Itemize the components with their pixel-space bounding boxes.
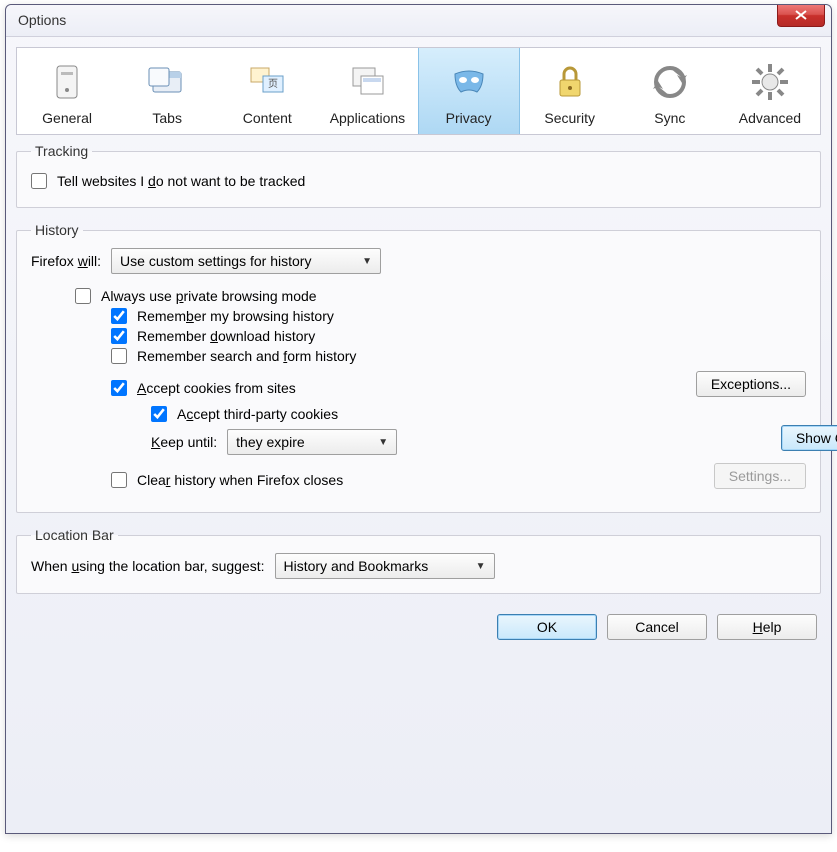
remember-download-checkbox[interactable]	[111, 328, 127, 344]
remember-browsing-label: Remember my browsing history	[137, 308, 334, 324]
history-legend: History	[31, 222, 83, 238]
keep-until-combo[interactable]: they expire ▼	[227, 429, 397, 455]
titlebar[interactable]: Options	[6, 5, 831, 37]
tell-websites-checkbox[interactable]	[31, 173, 47, 189]
remember-download-row[interactable]: Remember download history	[111, 328, 806, 344]
location-bar-value: History and Bookmarks	[284, 558, 429, 574]
firefox-will-combo[interactable]: Use custom settings for history ▼	[111, 248, 381, 274]
always-private-checkbox[interactable]	[75, 288, 91, 304]
remember-browsing-row[interactable]: Remember my browsing history	[111, 308, 806, 324]
options-dialog: Options General	[5, 4, 832, 834]
accept-cookies-label: Accept cookies from sites	[137, 380, 296, 396]
settings-button: Settings...	[714, 463, 806, 489]
firefox-will-label: Firefox will:	[31, 253, 101, 269]
location-bar-label: When using the location bar, suggest:	[31, 558, 265, 574]
tab-label: General	[21, 110, 113, 126]
location-bar-combo[interactable]: History and Bookmarks ▼	[275, 553, 495, 579]
tab-general[interactable]: General	[17, 48, 117, 134]
tab-label: Security	[524, 110, 616, 126]
tracking-legend: Tracking	[31, 143, 92, 159]
tab-privacy[interactable]: Privacy	[418, 48, 520, 134]
tab-content[interactable]: 页 Content	[217, 48, 317, 134]
clear-on-close-checkbox[interactable]	[111, 472, 127, 488]
window-title: Options	[18, 12, 66, 28]
tab-applications[interactable]: Applications	[317, 48, 417, 134]
keep-until-label: Keep until:	[151, 434, 217, 450]
chevron-down-icon: ▼	[476, 561, 486, 572]
tab-label: Applications	[321, 110, 413, 126]
remember-download-label: Remember download history	[137, 328, 315, 344]
security-lock-icon	[546, 58, 594, 106]
tab-sync[interactable]: Sync	[620, 48, 720, 134]
tab-label: Sync	[624, 110, 716, 126]
tab-label: Privacy	[423, 110, 515, 126]
accept-third-party-checkbox[interactable]	[151, 406, 167, 422]
content-icon: 页	[243, 58, 291, 106]
always-private-label: Always use private browsing mode	[101, 288, 317, 304]
close-button[interactable]	[777, 5, 825, 27]
firefox-will-value: Use custom settings for history	[120, 253, 311, 269]
tell-websites-checkbox-row[interactable]: Tell websites I do not want to be tracke…	[31, 173, 806, 189]
accept-third-party-label: Accept third-party cookies	[177, 406, 338, 422]
tracking-group: Tracking Tell websites I do not want to …	[16, 143, 821, 208]
clear-on-close-label: Clear history when Firefox closes	[137, 472, 343, 488]
remember-search-form-label: Remember search and form history	[137, 348, 356, 364]
location-bar-legend: Location Bar	[31, 527, 118, 543]
accept-cookies-checkbox[interactable]	[111, 380, 127, 396]
tell-websites-label: Tell websites I do not want to be tracke…	[57, 173, 305, 189]
ok-button[interactable]: OK	[497, 614, 597, 640]
location-bar-group: Location Bar When using the location bar…	[16, 527, 821, 594]
tab-tabs[interactable]: Tabs	[117, 48, 217, 134]
tab-security[interactable]: Security	[520, 48, 620, 134]
dialog-content: General Tabs 页 Content	[6, 37, 831, 654]
history-group: History Firefox will: Use custom setting…	[16, 222, 821, 513]
remember-browsing-checkbox[interactable]	[111, 308, 127, 324]
sync-icon	[646, 58, 694, 106]
show-cookies-button[interactable]: Show Cookies...	[781, 425, 837, 451]
keep-until-value: they expire	[236, 434, 304, 450]
privacy-mask-icon	[445, 58, 493, 106]
tab-advanced[interactable]: Advanced	[720, 48, 820, 134]
accept-third-party-row[interactable]: Accept third-party cookies	[151, 406, 806, 422]
category-toolbar: General Tabs 页 Content	[16, 47, 821, 135]
general-icon	[43, 58, 91, 106]
tab-label: Advanced	[724, 110, 816, 126]
exceptions-button[interactable]: Exceptions...	[696, 371, 806, 397]
remember-search-form-checkbox[interactable]	[111, 348, 127, 364]
chevron-down-icon: ▼	[362, 256, 372, 267]
always-private-row[interactable]: Always use private browsing mode	[75, 288, 806, 304]
cancel-button[interactable]: Cancel	[607, 614, 707, 640]
svg-text:页: 页	[268, 78, 278, 90]
dialog-buttons: OK Cancel Help	[16, 608, 821, 640]
remember-search-form-row[interactable]: Remember search and form history	[111, 348, 806, 364]
advanced-gear-icon	[746, 58, 794, 106]
help-button[interactable]: Help	[717, 614, 817, 640]
applications-icon	[343, 58, 391, 106]
tab-label: Content	[221, 110, 313, 126]
tabs-icon	[143, 58, 191, 106]
tab-label: Tabs	[121, 110, 213, 126]
chevron-down-icon: ▼	[378, 437, 388, 448]
